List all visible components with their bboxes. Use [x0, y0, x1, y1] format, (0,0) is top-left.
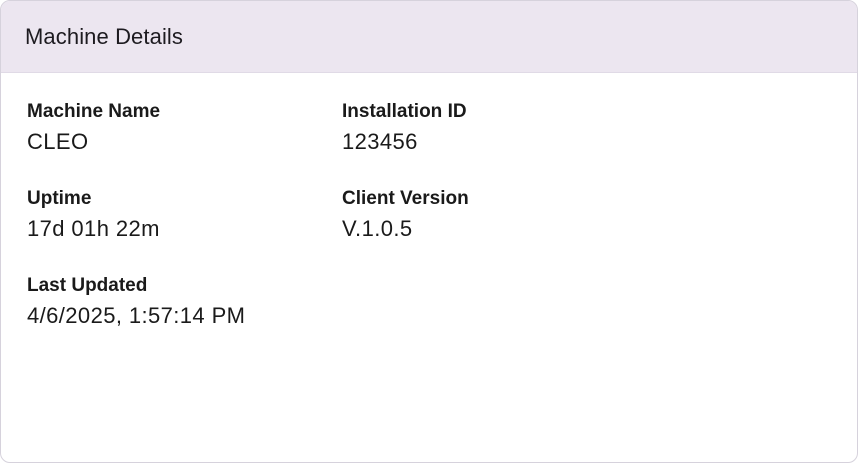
uptime-value: 17d 01h 22m [27, 216, 160, 241]
installation-id-label: Installation ID [342, 101, 467, 122]
last-updated-label: Last Updated [27, 275, 148, 296]
client-version-label: Client Version [342, 188, 469, 209]
uptime-label: Uptime [27, 188, 92, 209]
installation-id-value: 123456 [342, 129, 418, 154]
machine-name-value: CLEO [27, 129, 89, 154]
uptime-field: Uptime 17d 01h 22m [27, 188, 160, 242]
machine-name-field: Machine Name CLEO [27, 101, 160, 155]
client-version-value: V.1.0.5 [342, 216, 413, 241]
last-updated-field: Last Updated 4/6/2025, 1:57:14 PM [27, 275, 245, 329]
card-title: Machine Details [25, 23, 184, 49]
machine-details-card: Machine Details Machine Name CLEO Instal… [0, 0, 858, 463]
card-header: Machine Details [1, 1, 857, 73]
last-updated-value: 4/6/2025, 1:57:14 PM [27, 303, 246, 328]
machine-name-label: Machine Name [27, 101, 161, 122]
installation-id-field: Installation ID 123456 [342, 101, 467, 155]
client-version-field: Client Version V.1.0.5 [342, 188, 469, 242]
